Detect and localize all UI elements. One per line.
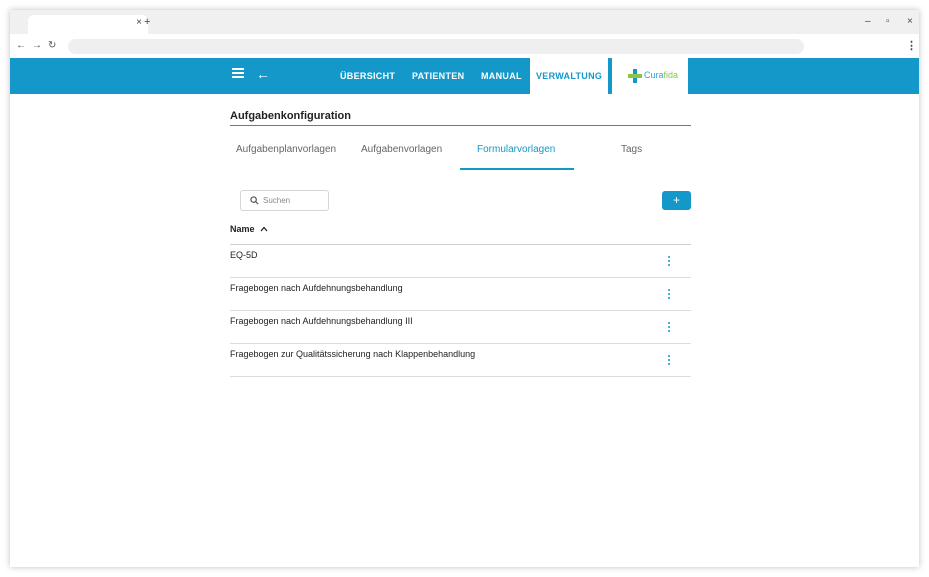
add-button[interactable]: +: [662, 191, 691, 210]
row-menu-icon[interactable]: [668, 322, 672, 334]
forward-nav-icon[interactable]: →: [32, 40, 42, 51]
tab-aufgabenvorlagen[interactable]: Aufgabenvorlagen: [361, 144, 442, 155]
page-title: Aufgabenkonfiguration: [230, 110, 691, 126]
logo-cross-icon: [628, 69, 642, 83]
nav-verwaltung[interactable]: VERWALTUNG: [530, 58, 609, 94]
row-menu-icon[interactable]: [668, 256, 672, 268]
tab-close-icon[interactable]: ×: [136, 17, 142, 28]
row-menu-icon[interactable]: [668, 355, 672, 367]
hamburger-menu-icon[interactable]: [232, 68, 244, 80]
address-bar: ← → ↻ ⋮: [10, 34, 919, 58]
back-arrow-icon[interactable]: ←: [256, 66, 270, 82]
app-header: ← ÜBERSICHT PATIENTEN MANUAL VERWALTUNG …: [10, 58, 919, 94]
browser-window: × + – ▫ × ← → ↻ ⋮ ← ÜBERSICHT PATIENTEN …: [10, 10, 919, 567]
browser-menu-icon[interactable]: ⋮: [906, 39, 917, 52]
search-placeholder: Suchen: [263, 196, 291, 205]
nav-patienten[interactable]: PATIENTEN: [412, 58, 464, 94]
nav-uebersicht[interactable]: ÜBERSICHT: [340, 58, 395, 94]
browser-tab[interactable]: ×: [28, 15, 148, 34]
reload-icon[interactable]: ↻: [48, 40, 56, 51]
main-content: Aufgabenkonfiguration Aufgabenplanvorlag…: [230, 110, 691, 377]
row-name: Fragebogen nach Aufdehnungsbehandlung: [230, 283, 403, 293]
config-tabs: Aufgabenplanvorlagen Aufgabenvorlagen Fo…: [230, 132, 691, 172]
table-row[interactable]: Fragebogen nach Aufdehnungsbehandlung II…: [230, 311, 691, 344]
search-icon: [250, 196, 259, 205]
tab-aufgabenplanvorlagen[interactable]: Aufgabenplanvorlagen: [236, 144, 336, 155]
restore-icon[interactable]: ▫: [886, 16, 890, 27]
logo-text: Curafida: [644, 70, 679, 80]
nav-manual[interactable]: MANUAL: [481, 58, 522, 94]
new-tab-icon[interactable]: +: [144, 16, 150, 28]
tab-formularvorlagen[interactable]: Formularvorlagen: [477, 144, 555, 155]
search-input[interactable]: Suchen: [240, 190, 329, 211]
sort-ascending-icon[interactable]: [260, 226, 268, 232]
row-name: EQ-5D: [230, 250, 258, 260]
url-input[interactable]: [68, 39, 804, 54]
table-row[interactable]: Fragebogen zur Qualitätssicherung nach K…: [230, 344, 691, 377]
back-nav-icon[interactable]: ←: [16, 40, 26, 51]
row-name: Fragebogen zur Qualitätssicherung nach K…: [230, 349, 476, 359]
table-row[interactable]: Fragebogen nach Aufdehnungsbehandlung: [230, 278, 691, 311]
row-menu-icon[interactable]: [668, 289, 672, 301]
tab-strip: × + – ▫ ×: [10, 10, 919, 34]
row-name: Fragebogen nach Aufdehnungsbehandlung II…: [230, 316, 413, 326]
column-header-name[interactable]: Name: [230, 224, 255, 234]
window-close-icon[interactable]: ×: [907, 16, 913, 27]
tab-tags[interactable]: Tags: [621, 144, 642, 155]
minimize-icon[interactable]: –: [865, 16, 871, 27]
active-tab-indicator: [460, 168, 574, 170]
logo: Curafida: [612, 58, 688, 94]
table-row[interactable]: EQ-5D: [230, 245, 691, 278]
table-header: Name: [230, 222, 691, 245]
